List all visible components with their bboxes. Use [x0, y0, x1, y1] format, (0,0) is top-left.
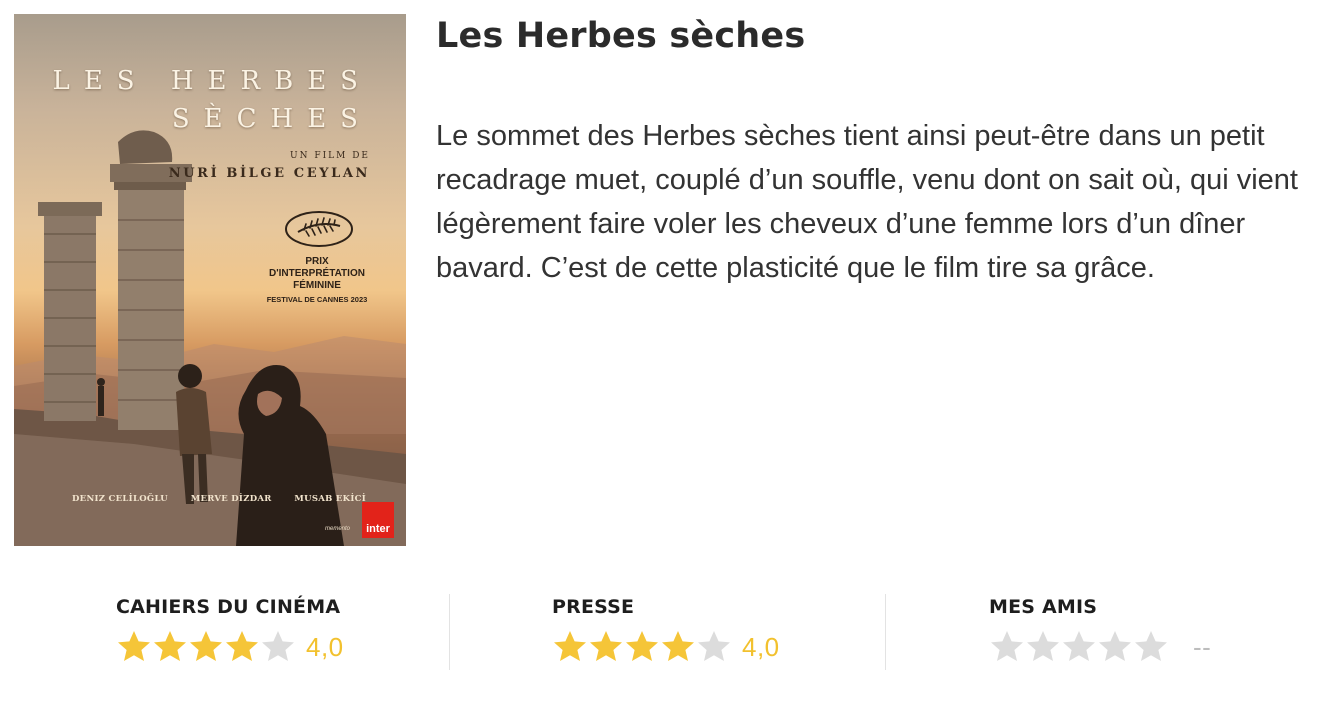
film-poster[interactable]: LES HERBES SÈCHES UN FILM DE NURİ BİLGE … [14, 14, 406, 546]
rating-row: -- [989, 628, 1211, 663]
star-filled-icon [590, 630, 622, 661]
star-filled-icon [154, 630, 186, 661]
rating-cahiers[interactable]: CAHIERS DU CINÉMA 4,0 [116, 592, 344, 670]
poster-title-line-1: LES HERBES [52, 66, 372, 96]
cast-member: DENIZ CELİLOĞLU [72, 494, 169, 504]
star-empty-icon [1135, 630, 1167, 661]
rating-row: 4,0 [552, 628, 780, 663]
rating-score: 4,0 [306, 632, 344, 662]
star-filled-icon [190, 630, 222, 661]
divider [449, 594, 450, 670]
rating-presse[interactable]: PRESSE 4,0 [552, 592, 780, 670]
rating-label: CAHIERS DU CINÉMA [116, 596, 341, 618]
star-rating [552, 629, 732, 663]
star-empty-icon [1027, 630, 1059, 661]
poster-film-by: UN FILM DE [290, 151, 370, 161]
divider [885, 594, 886, 670]
ratings-section: CAHIERS DU CINÉMA 4,0 PRESSE 4,0 MES AMI… [0, 592, 1340, 672]
poster-title: LES HERBES SÈCHES [53, 62, 372, 138]
cast-member: MUSAB EKİCİ [294, 494, 366, 504]
award-festival: FESTIVAL DE CANNES 2023 [266, 295, 368, 304]
star-filled-icon [554, 630, 586, 661]
star-filled-icon [662, 630, 694, 661]
poster-director: NURİ BİLGE CEYLAN [168, 166, 370, 181]
award-line-1: PRIX [305, 256, 329, 267]
poster-cast: DENIZ CELİLOĞLU MERVE DİZDAR MUSAB EKİCİ [72, 494, 366, 504]
film-synopsis: Le sommet des Herbes sèches tient ainsi … [436, 120, 1298, 284]
distributor-logo: memento [325, 526, 351, 532]
star-empty-icon [1063, 630, 1095, 661]
poster-title-line-2: SÈCHES [171, 104, 372, 134]
star-empty-icon [262, 630, 294, 661]
star-empty-icon [698, 630, 730, 661]
star-filled-icon [226, 630, 258, 661]
rating-score: -- [1193, 632, 1212, 662]
star-filled-icon [118, 630, 150, 661]
rating-mes-amis[interactable]: MES AMIS -- [989, 592, 1211, 670]
cast-member: MERVE DİZDAR [190, 494, 272, 504]
star-empty-icon [1099, 630, 1131, 661]
star-rating [116, 629, 296, 663]
star-empty-icon [991, 630, 1023, 661]
palme-dor-icon [285, 211, 353, 247]
star-filled-icon [626, 630, 658, 661]
radio-logo: inter [362, 502, 394, 538]
rating-label: PRESSE [552, 596, 635, 618]
rating-score: 4,0 [742, 632, 780, 662]
poster-award: PRIX D'INTERPRÉTATION FÉMININE FESTIVAL … [252, 256, 382, 306]
rating-label: MES AMIS [989, 596, 1098, 618]
award-line-2: D'INTERPRÉTATION [269, 268, 365, 279]
rating-row: 4,0 [116, 628, 344, 663]
film-title[interactable]: Les Herbes sèches [436, 16, 805, 56]
star-rating[interactable] [989, 629, 1169, 663]
award-line-3: FÉMININE [293, 280, 341, 291]
